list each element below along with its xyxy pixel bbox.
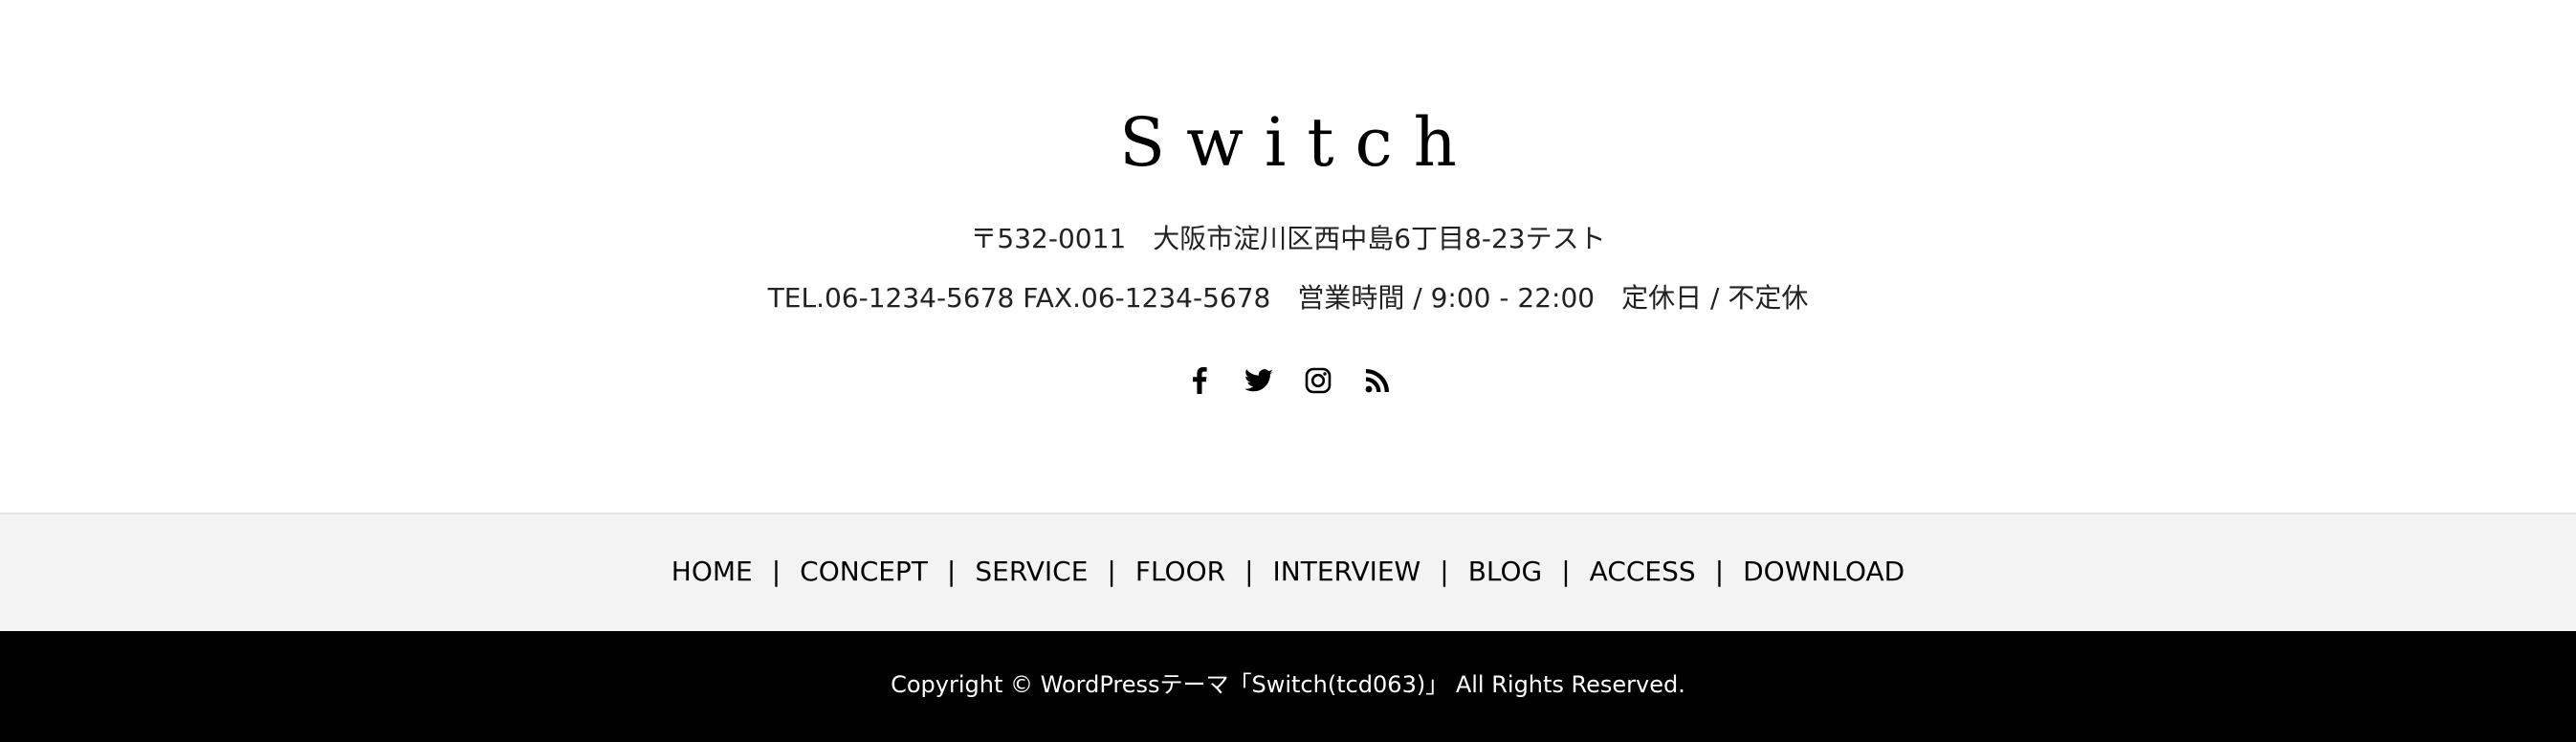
nav-link-blog[interactable]: BLOG [1468, 556, 1543, 587]
twitter-icon[interactable] [1244, 365, 1274, 396]
footer-info-section: Switch 〒532-0011 大阪市淀川区西中島6丁目8-23テスト TEL.… [0, 0, 2576, 513]
fax: FAX.06-1234-5678 [1023, 282, 1271, 314]
nav-link-download[interactable]: DOWNLOAD [1743, 556, 1904, 587]
street-address: 大阪市淀川区西中島6丁目8-23テスト [1153, 223, 1606, 254]
nav-link-access[interactable]: ACCESS [1590, 556, 1696, 587]
nav-link-interview[interactable]: INTERVIEW [1273, 556, 1421, 587]
footer-nav-list: HOME | CONCEPT | SERVICE | FLOOR | INTERVIEW | BLO… [0, 553, 2576, 591]
address-line: 〒532-0011 大阪市淀川区西中島6丁目8-23テスト [0, 220, 2576, 258]
business-hours: 営業時間 / 9:00 - 22:00 [1297, 282, 1596, 314]
nav-separator: | [1244, 556, 1254, 587]
nav-separator: | [771, 556, 782, 587]
instagram-icon[interactable] [1303, 365, 1333, 396]
copyright-bar: Copyright © WordPressテーマ「Switch(tcd063)」… [0, 631, 2576, 742]
site-logo[interactable]: Switch [0, 99, 2576, 186]
nav-separator: | [1561, 556, 1571, 587]
nav-separator: | [1107, 556, 1116, 587]
postal-code: 〒532-0011 [970, 223, 1127, 254]
rss-icon[interactable] [1362, 365, 1393, 396]
nav-separator: | [946, 556, 957, 587]
nav-separator: | [1714, 556, 1725, 587]
nav-link-home[interactable]: HOME [672, 556, 753, 587]
nav-link-service[interactable]: SERVICE [975, 556, 1088, 587]
nav-separator: | [1440, 556, 1449, 587]
holiday: 定休日 / 不定休 [1621, 282, 1809, 314]
facebook-icon[interactable] [1184, 365, 1215, 396]
nav-link-floor[interactable]: FLOOR [1135, 556, 1225, 587]
copyright-text: Copyright © WordPressテーマ「Switch(tcd063)」… [891, 671, 1685, 698]
social-links [0, 365, 2576, 396]
nav-link-concept[interactable]: CONCEPT [800, 556, 928, 587]
contact-line: TEL.06-1234-5678 FAX.06-1234-5678 営業時間 / … [0, 279, 2576, 317]
footer-navigation: HOME | CONCEPT | SERVICE | FLOOR | INTERVIEW | BLO… [0, 513, 2576, 631]
telephone: TEL.06-1234-5678 [767, 282, 1015, 314]
